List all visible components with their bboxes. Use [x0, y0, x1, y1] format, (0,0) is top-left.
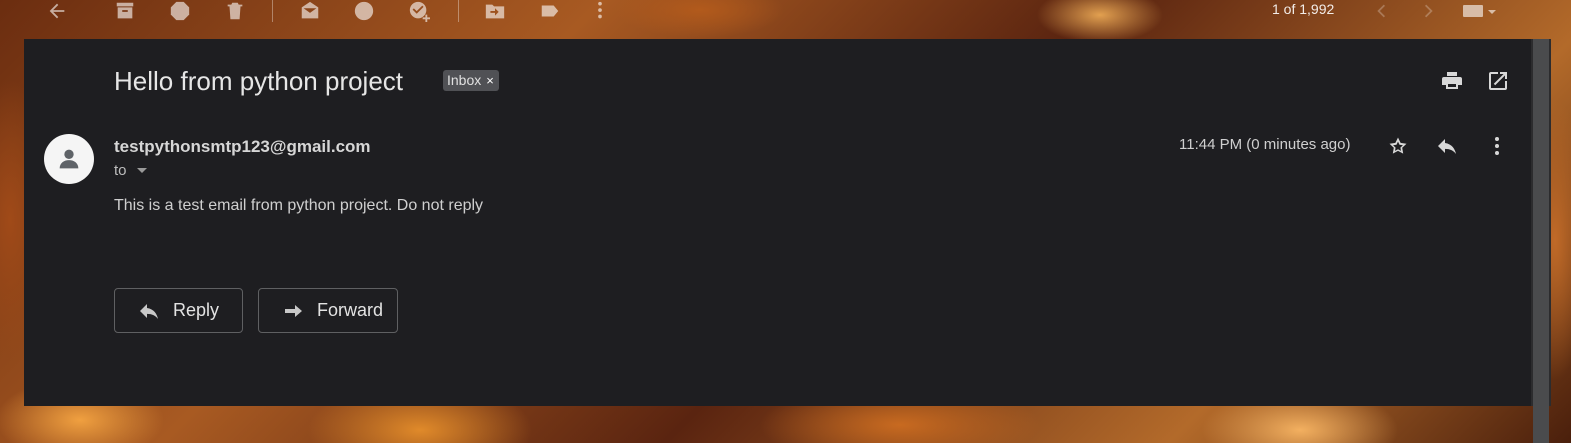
snooze-icon[interactable]	[353, 0, 377, 22]
sender-email[interactable]: testpythonsmtp123@gmail.com	[114, 137, 371, 157]
remove-label-icon[interactable]: ×	[486, 70, 494, 91]
inbox-label-chip[interactable]: Inbox ×	[443, 70, 499, 91]
forward-button-label: Forward	[317, 300, 384, 320]
archive-icon[interactable]	[114, 0, 138, 22]
label-icon[interactable]	[539, 0, 563, 22]
person-icon	[59, 149, 79, 169]
toolbar-divider	[272, 0, 273, 22]
delete-icon[interactable]	[224, 0, 248, 22]
move-to-icon[interactable]	[484, 0, 508, 22]
email-view: Hello from python project Inbox × testpy…	[24, 39, 1531, 406]
add-task-icon[interactable]	[408, 0, 432, 22]
email-subject: Hello from python project	[114, 66, 404, 96]
open-new-window-icon[interactable]	[1486, 69, 1510, 93]
reply-icon[interactable]	[1435, 134, 1459, 158]
keyboard-icon[interactable]	[1461, 0, 1497, 22]
scrollbar-thumb[interactable]	[1533, 39, 1549, 443]
chevron-down-icon[interactable]	[136, 168, 147, 173]
more-vert-icon[interactable]	[1485, 134, 1509, 158]
forward-icon	[285, 304, 302, 317]
back-arrow-icon[interactable]	[46, 0, 70, 22]
top-toolbar: 1 of 1,992	[0, 0, 1571, 38]
email-body: This is a test email from python project…	[114, 197, 484, 214]
star-icon[interactable]	[1386, 134, 1410, 158]
reply-button-label: Reply	[173, 300, 220, 320]
reply-icon	[140, 303, 158, 319]
email-timestamp: 11:44 PM (0 minutes ago)	[1179, 136, 1351, 153]
newer-icon[interactable]	[1370, 0, 1394, 22]
older-icon[interactable]	[1418, 0, 1442, 22]
sender-avatar	[44, 134, 94, 184]
to-label: to	[114, 162, 127, 179]
pagination-text: 1 of 1,992	[1272, 1, 1335, 17]
more-vert-icon[interactable]	[589, 0, 613, 22]
label-chip-text: Inbox	[447, 72, 482, 88]
recipient-details[interactable]: to	[114, 162, 147, 179]
mark-unread-icon[interactable]	[299, 0, 323, 22]
forward-button[interactable]: Forward	[258, 288, 398, 333]
toolbar-divider	[458, 0, 459, 22]
report-spam-icon[interactable]	[169, 0, 193, 22]
reply-button[interactable]: Reply	[114, 288, 243, 333]
print-icon[interactable]	[1440, 69, 1464, 93]
